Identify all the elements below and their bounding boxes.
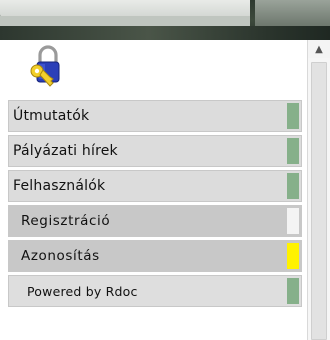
sidebar-menu: Útmutatók Pályázati hírek Felhasználók R… <box>8 100 302 310</box>
menu-item-label: Regisztráció <box>21 213 111 229</box>
menu-item-label: Powered by Rdoc <box>27 283 138 299</box>
chevron-up-icon[interactable]: ▲ <box>308 40 330 58</box>
menu-item-regisztracio[interactable]: Regisztráció <box>8 205 302 237</box>
vertical-scrollbar[interactable]: ▲ <box>307 40 330 340</box>
menu-item-felhasznalok[interactable]: Felhasználók <box>8 170 302 202</box>
menu-item-powered-by[interactable]: Powered by Rdoc <box>8 275 302 307</box>
menu-item-indicator <box>287 103 299 129</box>
menu-item-utmutatok[interactable]: Útmutatók <box>8 100 302 132</box>
scrollbar-track[interactable] <box>308 58 330 340</box>
menu-item-indicator <box>287 173 299 199</box>
menu-item-label: Pályázati hírek <box>13 143 118 159</box>
menu-item-label: Azonosítás <box>21 248 100 264</box>
menu-item-indicator <box>287 208 299 234</box>
photo-right-part <box>255 0 330 26</box>
sidebar-panel: Útmutatók Pályázati hírek Felhasználók R… <box>0 40 330 340</box>
header-photo-strip <box>0 0 330 40</box>
menu-item-indicator <box>287 138 299 164</box>
photo-highlight-lower <box>0 16 250 26</box>
padlock-with-key-icon <box>30 45 60 87</box>
menu-item-label: Felhasználók <box>13 178 106 194</box>
menu-item-indicator <box>287 278 299 304</box>
menu-item-label: Útmutatók <box>13 108 90 124</box>
menu-item-indicator-active <box>287 243 299 269</box>
menu-item-palyazati-hirek[interactable]: Pályázati hírek <box>8 135 302 167</box>
photo-shadow <box>0 26 330 40</box>
menu-item-azonositas[interactable]: Azonosítás <box>8 240 302 272</box>
scrollbar-thumb[interactable] <box>311 62 327 340</box>
